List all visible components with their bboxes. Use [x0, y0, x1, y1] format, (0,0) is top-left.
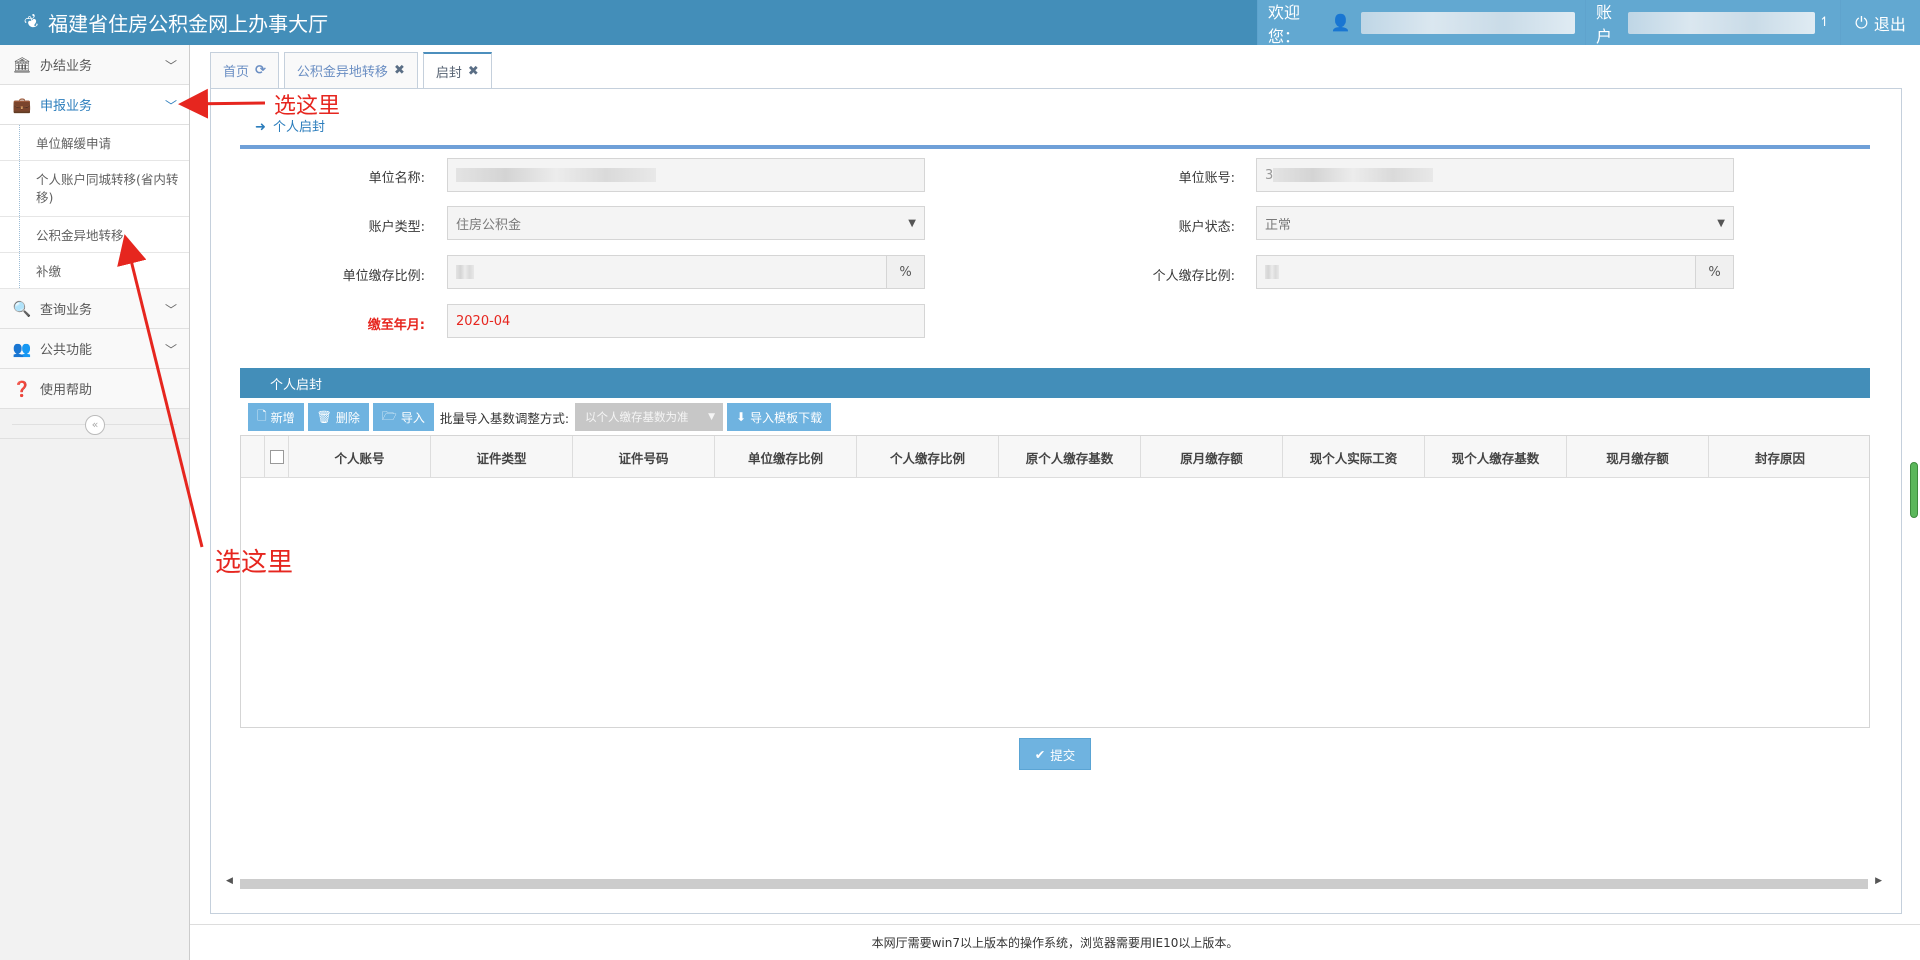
annotation-text-bottom: 选这里: [215, 548, 294, 578]
annotation-arrow-top: [178, 88, 266, 119]
annotation-text-top: 选这里: [274, 94, 341, 119]
annotation-arrows: [117, 88, 266, 548]
annotation-arrow-bottom: [117, 234, 204, 548]
